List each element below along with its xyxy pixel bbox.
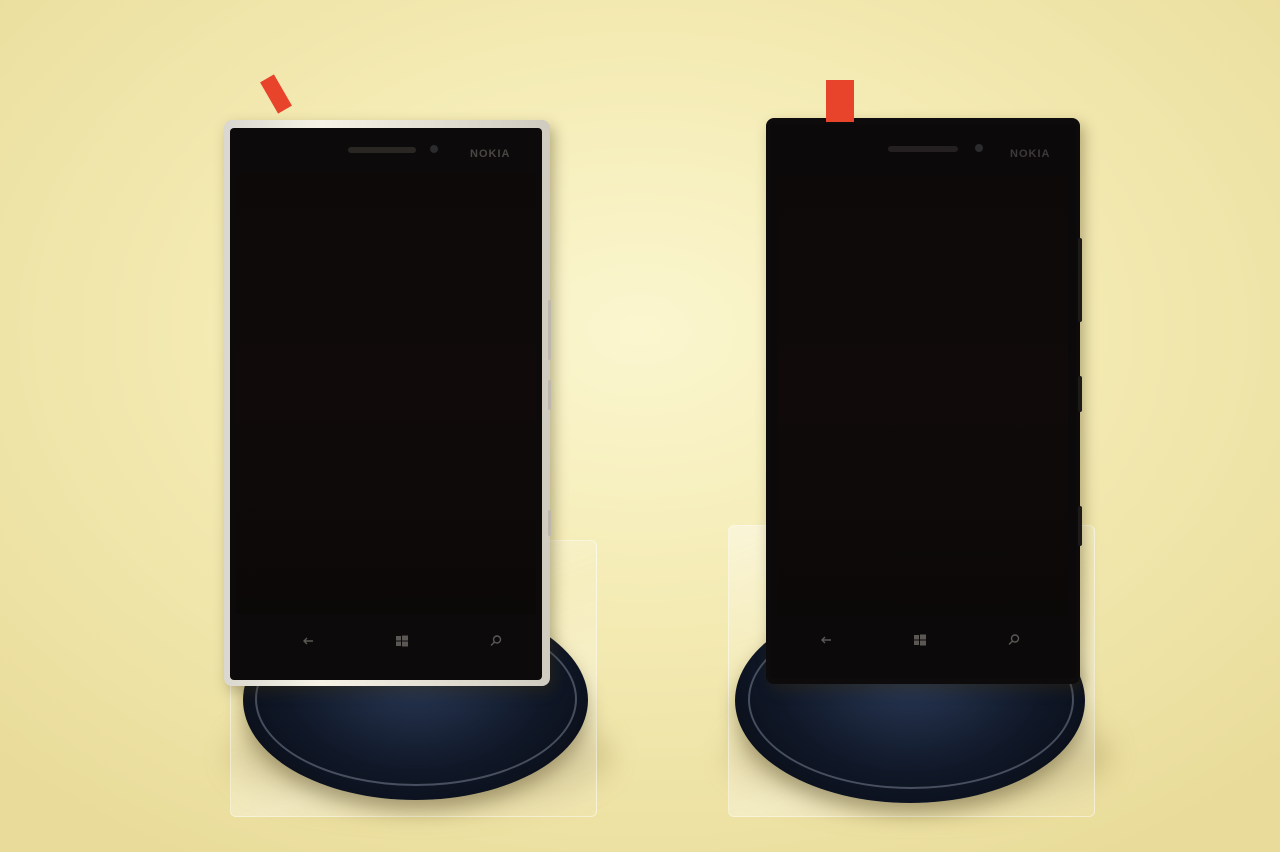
left-phone-camera-button (548, 510, 551, 536)
left-phone-front: NOKIA (230, 128, 542, 680)
right-phone-red-tag (826, 80, 854, 122)
right-phone-brand-logo: NOKIA (1010, 148, 1051, 160)
right-phone-camera-button (1078, 506, 1082, 546)
search-icon (1006, 632, 1022, 648)
left-phone-front-camera (430, 145, 438, 153)
photo-scene: NOKIA NOKIA (0, 0, 1280, 852)
back-arrow-icon (300, 633, 316, 649)
right-phone-volume-button (1078, 238, 1082, 322)
left-phone-screen (236, 174, 536, 614)
search-icon (488, 633, 504, 649)
right-phone-front-camera (975, 144, 983, 152)
right-phone-screen (778, 176, 1068, 616)
left-phone-earpiece (348, 147, 416, 153)
right-phone-black: NOKIA (766, 80, 1082, 684)
right-phone-front: NOKIA (770, 124, 1076, 678)
left-phone-brand-logo: NOKIA (470, 148, 511, 160)
left-phone-silver: NOKIA (224, 74, 551, 686)
left-phone-volume-button (548, 300, 551, 360)
windows-logo-icon (912, 632, 928, 648)
left-phone-red-tag (260, 74, 292, 114)
left-phone-power-button (548, 380, 551, 410)
back-arrow-icon (818, 632, 834, 648)
right-phone-power-button (1078, 376, 1082, 412)
right-phone-earpiece (888, 146, 958, 152)
windows-logo-icon (394, 633, 410, 649)
